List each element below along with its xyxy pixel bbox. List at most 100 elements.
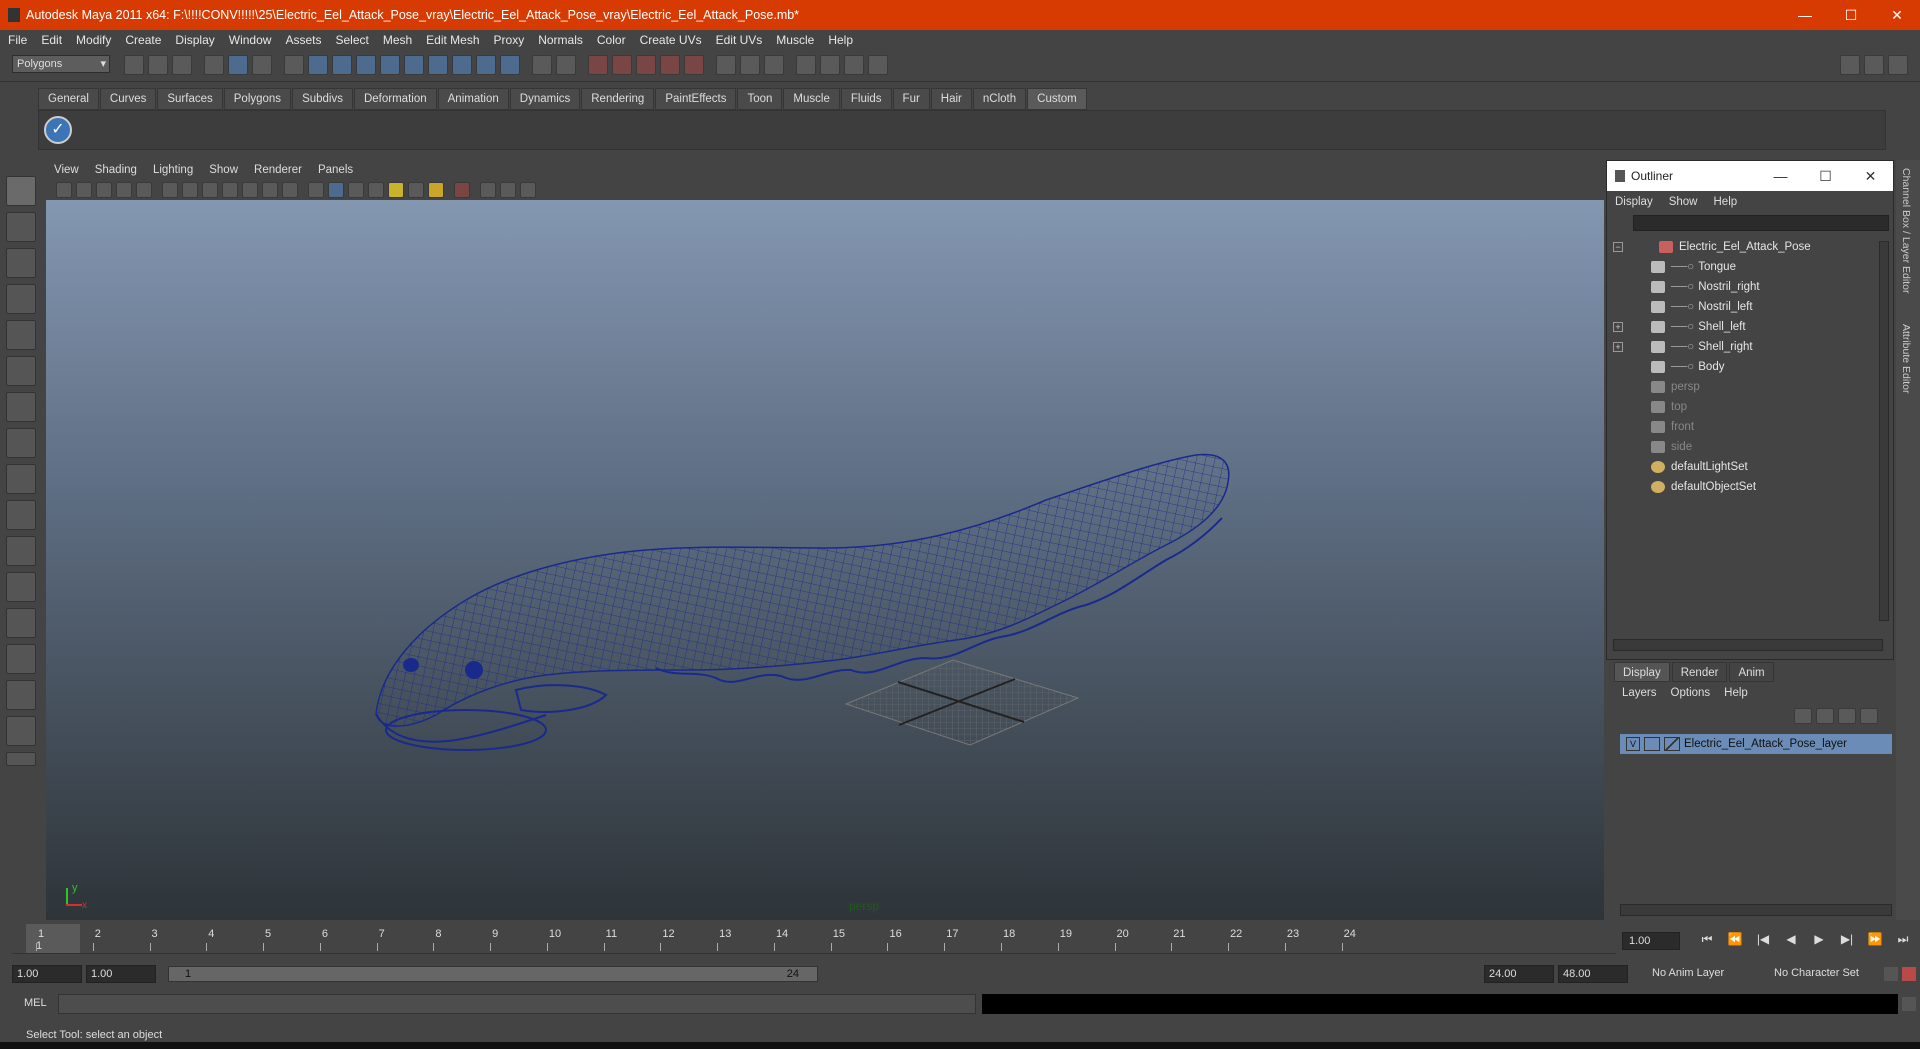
shadows-icon[interactable] — [428, 182, 444, 198]
select-misc-icon[interactable] — [476, 55, 496, 75]
move-layer-up-icon[interactable] — [1794, 708, 1812, 724]
menu-edit-mesh[interactable]: Edit Mesh — [426, 33, 479, 47]
layer-playback-toggle[interactable] — [1644, 737, 1660, 751]
go-to-start-button[interactable]: ⏮ — [1696, 932, 1718, 950]
auto-key-icon[interactable] — [1884, 967, 1898, 981]
close-button[interactable]: ✕ — [1874, 7, 1920, 24]
snap-grid-icon[interactable] — [588, 55, 608, 75]
select-tool-icon[interactable] — [6, 176, 36, 206]
play-backwards-button[interactable]: ◀ — [1780, 932, 1802, 950]
safe-action-icon[interactable] — [262, 182, 278, 198]
wireframe-on-shaded-icon[interactable] — [348, 182, 364, 198]
range-slider[interactable]: 1 24 — [168, 966, 818, 982]
outliner-close-button[interactable]: ✕ — [1848, 168, 1893, 185]
mask-icon[interactable] — [284, 55, 304, 75]
shelf-tab-dynamics[interactable]: Dynamics — [509, 88, 581, 110]
four-view-layout-icon[interactable] — [6, 572, 36, 602]
play-forwards-button[interactable]: ▶ — [1808, 932, 1830, 950]
outliner-menu-display[interactable]: Display — [1615, 196, 1653, 208]
grid-icon[interactable] — [162, 182, 178, 198]
go-to-end-button[interactable]: ⏭ — [1892, 932, 1914, 950]
menu-mesh[interactable]: Mesh — [383, 33, 412, 47]
history-input-icon[interactable] — [716, 55, 736, 75]
new-empty-layer-icon[interactable] — [1838, 708, 1856, 724]
select-by-hierarchy-icon[interactable] — [204, 55, 224, 75]
outliner-item-tongue[interactable]: ──○ Tongue — [1607, 257, 1893, 277]
attribute-editor-tab[interactable]: Attribute Editor — [1900, 324, 1912, 393]
move-layer-down-icon[interactable] — [1816, 708, 1834, 724]
viewport-menu-renderer[interactable]: Renderer — [254, 164, 302, 176]
menu-assets[interactable]: Assets — [285, 33, 321, 47]
x-ray-joints-icon[interactable] — [500, 182, 516, 198]
viewport-menu-view[interactable]: View — [54, 164, 79, 176]
last-tool-icon[interactable] — [6, 500, 36, 530]
high-quality-icon[interactable] — [520, 182, 536, 198]
shelf-tab-polygons[interactable]: Polygons — [223, 88, 292, 110]
outliner-item-default-light-set[interactable]: defaultLightSet — [1607, 457, 1893, 477]
step-forward-frame-button[interactable]: ▶| — [1836, 932, 1858, 950]
paint-select-tool-icon[interactable] — [6, 248, 36, 278]
menu-set-select[interactable]: Polygons — [12, 55, 110, 73]
use-all-lights-icon[interactable] — [408, 182, 424, 198]
menu-edit[interactable]: Edit — [41, 33, 62, 47]
menu-create[interactable]: Create — [125, 33, 161, 47]
use-default-light-icon[interactable] — [388, 182, 404, 198]
perspective-graph-layout-icon[interactable] — [6, 644, 36, 674]
menu-proxy[interactable]: Proxy — [494, 33, 525, 47]
render-current-icon[interactable] — [820, 55, 840, 75]
minimize-button[interactable]: — — [1782, 7, 1828, 24]
rotate-tool-icon[interactable] — [6, 320, 36, 350]
animation-start-field[interactable]: 1.00 — [12, 965, 82, 983]
snap-view-plane-icon[interactable] — [660, 55, 680, 75]
ipr-render-icon[interactable] — [844, 55, 864, 75]
layer-tab-anim[interactable]: Anim — [1729, 662, 1774, 682]
shelf-tab-surfaces[interactable]: Surfaces — [157, 88, 223, 110]
outliner-minimize-button[interactable]: — — [1758, 168, 1803, 185]
viewport-menu-panels[interactable]: Panels — [318, 164, 353, 176]
step-back-key-button[interactable]: ⏪ — [1724, 932, 1746, 950]
highlight-selection-icon[interactable] — [556, 55, 576, 75]
shelf-tab-animation[interactable]: Animation — [437, 88, 509, 110]
character-set-select[interactable]: No Character Set — [1770, 965, 1880, 983]
manipulator-tool-icon[interactable] — [6, 392, 36, 422]
menu-edit-uvs[interactable]: Edit UVs — [716, 33, 763, 47]
image-plane-icon[interactable] — [116, 182, 132, 198]
menu-normals[interactable]: Normals — [538, 33, 583, 47]
layer-row[interactable]: V Electric_Eel_Attack_Pose_layer — [1620, 734, 1892, 754]
shelf-tab-custom[interactable]: Custom — [1027, 88, 1087, 110]
layer-menu-help[interactable]: Help — [1724, 687, 1748, 699]
new-scene-icon[interactable] — [124, 55, 144, 75]
open-scene-icon[interactable] — [148, 55, 168, 75]
command-input[interactable] — [58, 994, 976, 1014]
outliner-menu-show[interactable]: Show — [1669, 196, 1698, 208]
lock-selection-icon[interactable] — [532, 55, 552, 75]
select-by-component-icon[interactable] — [252, 55, 272, 75]
smooth-shade-icon[interactable] — [328, 182, 344, 198]
menu-create-uvs[interactable]: Create UVs — [640, 33, 702, 47]
shelf-tab-toon[interactable]: Toon — [737, 88, 783, 110]
animation-preferences-icon[interactable] — [1902, 967, 1916, 981]
snap-curve-icon[interactable] — [612, 55, 632, 75]
outliner-horizontal-scrollbar[interactable] — [1613, 639, 1883, 651]
script-editor-icon[interactable] — [1902, 997, 1916, 1011]
scale-tool-icon[interactable] — [6, 356, 36, 386]
layer-color-swatch[interactable] — [1664, 737, 1680, 751]
expand-icon[interactable]: + — [1613, 322, 1623, 332]
bookmark-icon[interactable] — [96, 182, 112, 198]
channel-box-layer-editor-tab[interactable]: Channel Box / Layer Editor — [1900, 168, 1912, 294]
shelf-tab-deformation[interactable]: Deformation — [353, 88, 437, 110]
eel-wireframe-model[interactable] — [46, 200, 1604, 920]
tool-settings-toggle-icon[interactable] — [1864, 55, 1884, 75]
select-by-object-icon[interactable] — [228, 55, 248, 75]
camera-select-icon[interactable] — [56, 182, 72, 198]
viewport-menu-lighting[interactable]: Lighting — [153, 164, 193, 176]
outliner-item-shell-right[interactable]: + ──○ Shell_right — [1607, 337, 1893, 357]
outliner-maximize-button[interactable]: ☐ — [1803, 168, 1848, 185]
shelf-tab-curves[interactable]: Curves — [99, 88, 157, 110]
expand-icon[interactable]: + — [1613, 342, 1623, 352]
attribute-editor-toggle-icon[interactable] — [1840, 55, 1860, 75]
select-surfaces-icon[interactable] — [380, 55, 400, 75]
2d-pan-zoom-icon[interactable] — [136, 182, 152, 198]
hypershade-layout-icon[interactable] — [6, 680, 36, 710]
channel-box-toggle-icon[interactable] — [1888, 55, 1908, 75]
